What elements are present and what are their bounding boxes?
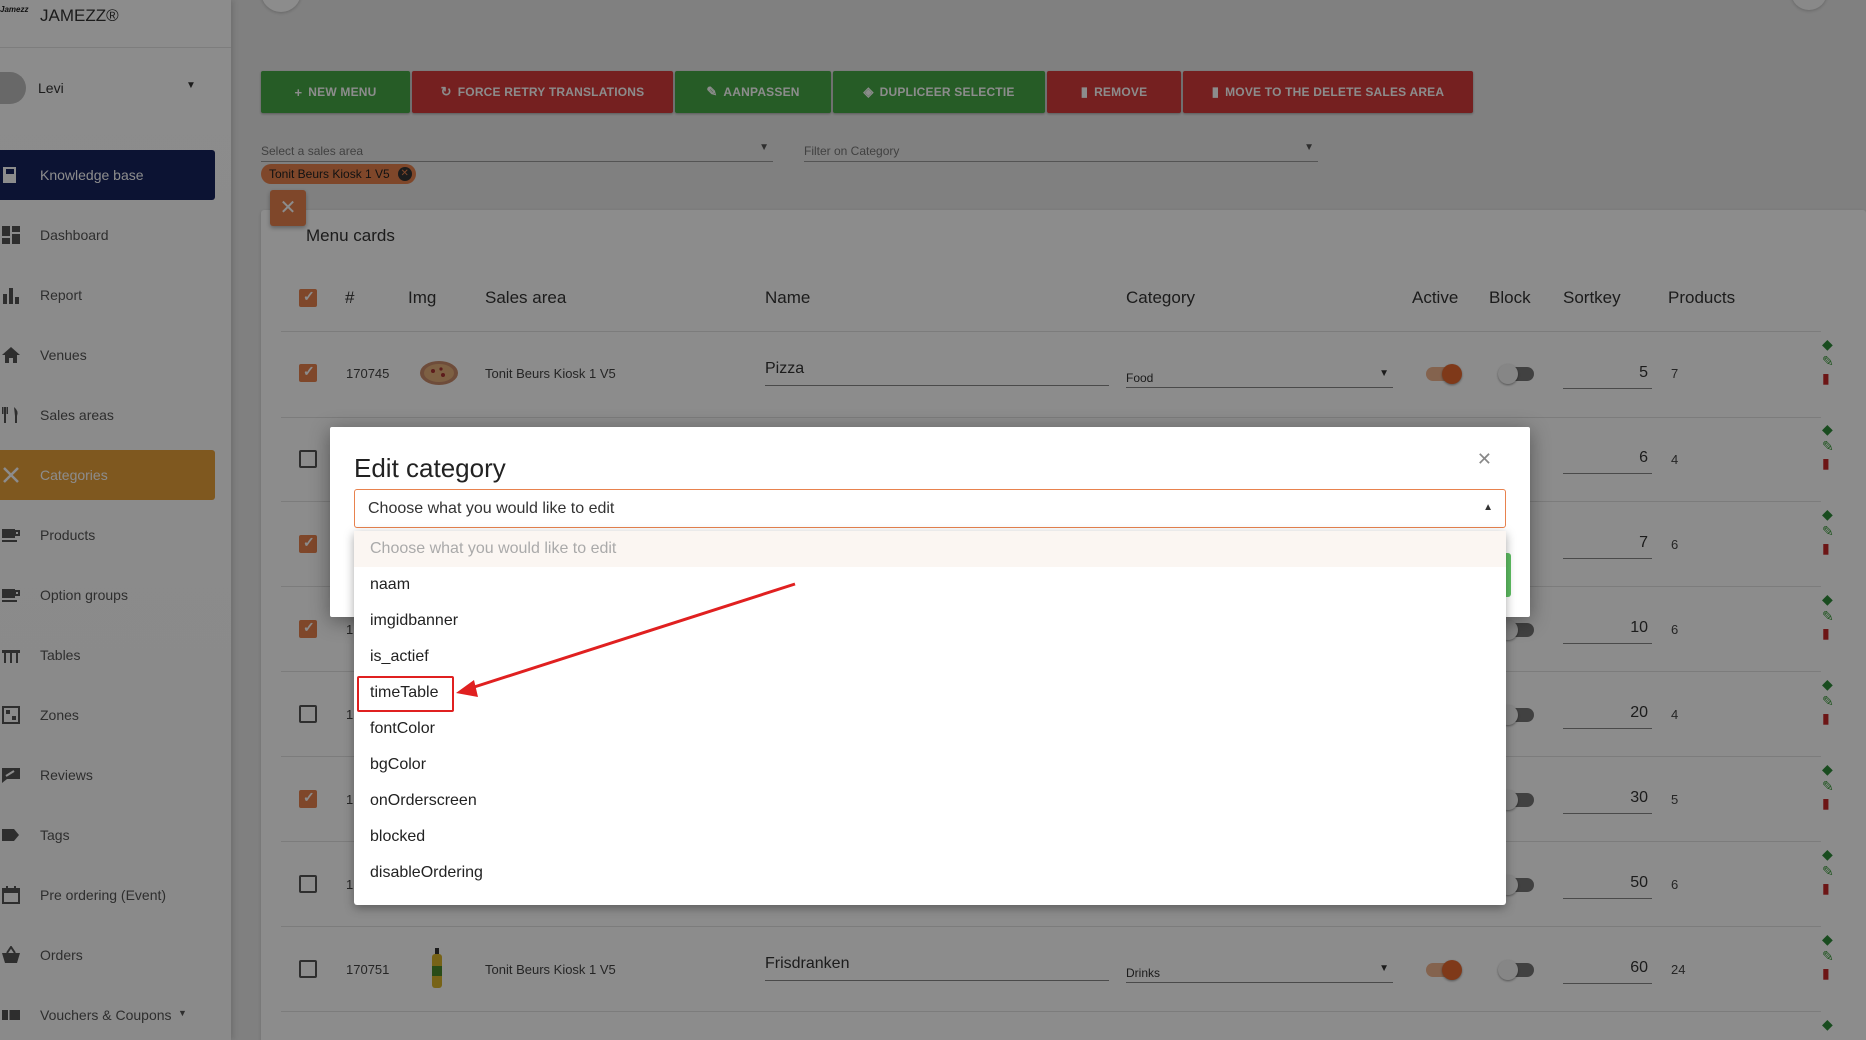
dropdown-option-naam[interactable]: naam — [354, 567, 1506, 603]
dropdown-option-onorderscreen[interactable]: onOrderscreen — [354, 783, 1506, 819]
dropdown-option-fontcolor[interactable]: fontColor — [354, 711, 1506, 747]
dropdown-option-imgidbanner[interactable]: imgidbanner — [354, 603, 1506, 639]
edit-field-select[interactable]: Choose what you would like to edit ▲ — [354, 489, 1506, 528]
dropdown-option-disableordering[interactable]: disableOrdering — [354, 855, 1506, 891]
close-icon[interactable]: ✕ — [1477, 449, 1492, 470]
annotation-highlight-box — [357, 676, 454, 712]
dropdown-option-placeholder: Choose what you would like to edit — [354, 531, 1506, 567]
dropdown-option-blocked[interactable]: blocked — [354, 819, 1506, 855]
dropdown-option-timetable[interactable]: timeTable — [354, 675, 1506, 712]
edit-field-dropdown: Choose what you would like to edit naam … — [354, 531, 1506, 905]
caret-up-icon: ▲ — [1483, 502, 1493, 513]
dropdown-option-bgcolor[interactable]: bgColor — [354, 747, 1506, 783]
edit-field-select-value: Choose what you would like to edit — [368, 500, 615, 517]
modal-title: Edit category — [354, 453, 506, 483]
dropdown-option-is-actief[interactable]: is_actief — [354, 639, 1506, 675]
